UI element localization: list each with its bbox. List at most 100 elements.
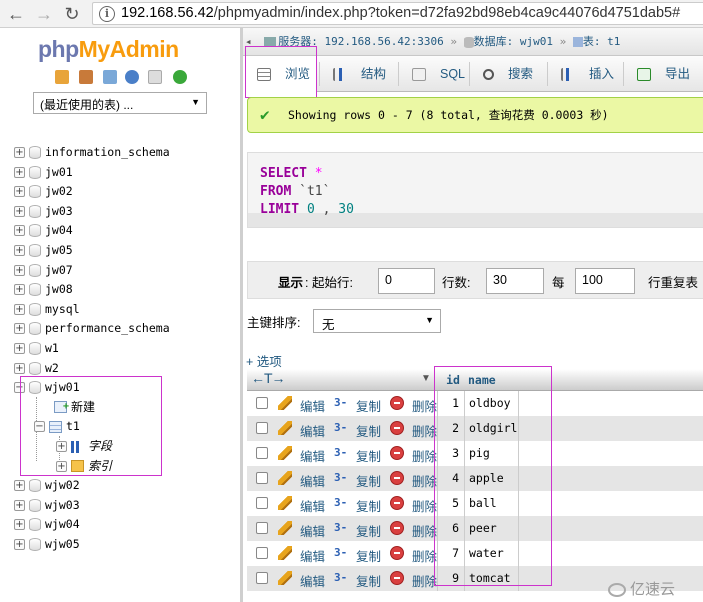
tree-item-db[interactable]: + jw05 [14, 241, 73, 259]
pencil-icon[interactable] [278, 471, 292, 485]
tree-item-db[interactable]: + jw04 [14, 221, 73, 239]
expand-icon[interactable]: + [14, 519, 25, 531]
expand-icon[interactable]: + [14, 147, 25, 158]
row-checkbox[interactable] [256, 497, 268, 509]
copy-icon[interactable]: 3- [334, 421, 348, 435]
docs-icon[interactable] [148, 70, 162, 84]
db-name[interactable]: mysql [45, 302, 80, 316]
expand-icon[interactable]: + [14, 205, 25, 217]
info-icon[interactable]: i [99, 6, 115, 22]
db-name[interactable]: jw05 [45, 243, 73, 257]
edit-link[interactable]: 编辑 [300, 521, 325, 540]
tab-insert[interactable]: 插入 [549, 56, 623, 92]
copy-link[interactable]: 复制 [356, 521, 381, 540]
tree-item-db[interactable]: + jw03 [14, 202, 73, 220]
db-name[interactable]: jw04 [45, 223, 73, 237]
help-icon[interactable] [125, 70, 139, 84]
db-name[interactable]: jw01 [45, 165, 73, 179]
breadcrumb-db-label[interactable]: 数据库: [474, 35, 514, 48]
sort-dropdown-icon[interactable]: ▼ [421, 373, 431, 384]
tree-item-db[interactable]: + wjw04 [14, 515, 80, 533]
breadcrumb-db[interactable]: wjw01 [520, 35, 553, 48]
edit-link[interactable]: 编辑 [300, 396, 325, 415]
tree-item-db[interactable]: + information_schema [14, 143, 170, 161]
address-bar[interactable]: i 192.168.56.42/phpmyadmin/index.php?tok… [92, 2, 703, 25]
db-name[interactable]: jw08 [45, 282, 73, 296]
home-icon[interactable] [55, 70, 69, 84]
edit-link[interactable]: 编辑 [300, 446, 325, 465]
edit-link[interactable]: 编辑 [300, 496, 325, 515]
expand-icon[interactable]: + [14, 362, 25, 374]
tree-item-db[interactable]: + jw02 [14, 182, 73, 200]
tree-item-db[interactable]: + performance_schema [14, 319, 170, 337]
row-checkbox[interactable] [256, 472, 268, 484]
back-arrow-icon[interactable]: ← [6, 4, 26, 24]
start-row-input[interactable]: 0 [378, 268, 435, 294]
pencil-icon[interactable] [278, 546, 292, 560]
delete-icon[interactable] [390, 546, 404, 560]
row-checkbox[interactable] [256, 447, 268, 459]
tree-item-db[interactable]: + mysql [14, 300, 80, 318]
tab-export[interactable]: 导出 [625, 56, 703, 92]
db-name[interactable]: jw02 [45, 184, 73, 198]
expand-icon[interactable]: + [14, 539, 25, 550]
expand-icon[interactable]: + [14, 480, 25, 492]
logout-icon[interactable] [79, 70, 93, 84]
row-checkbox[interactable] [256, 522, 268, 534]
recent-tables-select[interactable]: (最近使用的表) ... ▼ [33, 92, 207, 114]
copy-icon[interactable]: 3- [334, 546, 348, 560]
edit-link[interactable]: 编辑 [300, 421, 325, 440]
row-checkbox[interactable] [256, 422, 268, 434]
pencil-icon[interactable] [278, 446, 292, 460]
breadcrumb-server[interactable]: 192.168.56.42:3306 [325, 35, 444, 48]
delete-icon[interactable] [390, 446, 404, 460]
copy-link[interactable]: 复制 [356, 496, 381, 515]
tree-item-db[interactable]: + w1 [14, 339, 59, 357]
edit-link[interactable]: 编辑 [300, 546, 325, 565]
delete-icon[interactable] [390, 571, 404, 585]
db-name[interactable]: wjw05 [45, 537, 80, 551]
tree-item-db[interactable]: + jw07 [14, 261, 73, 279]
db-name[interactable]: information_schema [45, 145, 170, 159]
phpmyadmin-logo[interactable]: phpMyAdmin [38, 36, 179, 63]
tree-item-db[interactable]: + jw01 [14, 163, 73, 181]
forward-arrow-icon[interactable]: → [34, 4, 54, 24]
options-link[interactable]: + 选项 [246, 351, 282, 370]
refresh-icon[interactable] [173, 70, 187, 84]
sort-select[interactable]: 无 ▼ [313, 309, 441, 333]
tree-item-db[interactable]: + wjw05 [14, 535, 80, 553]
expand-icon[interactable]: + [14, 323, 25, 335]
db-name[interactable]: wjw04 [45, 517, 80, 531]
copy-link[interactable]: 复制 [356, 546, 381, 565]
copy-icon[interactable]: 3- [334, 521, 348, 535]
row-checkbox[interactable] [256, 572, 268, 584]
copy-icon[interactable]: 3- [334, 396, 348, 410]
row-checkbox[interactable] [256, 397, 268, 409]
pencil-icon[interactable] [278, 571, 292, 585]
pencil-icon[interactable] [278, 496, 292, 510]
tab-sql[interactable]: SQL [400, 56, 468, 92]
tree-item-db[interactable]: + wjw02 [14, 476, 80, 494]
sql-code[interactable]: SELECT * FROM `t1` LIMIT 0 , 30 [248, 153, 703, 217]
query-window-icon[interactable] [103, 70, 117, 84]
pencil-icon[interactable] [278, 421, 292, 435]
delete-icon[interactable] [390, 421, 404, 435]
repeat-header-input[interactable]: 100 [575, 268, 635, 294]
tab-structure[interactable]: 结构 [321, 56, 397, 92]
expand-icon[interactable]: + [14, 245, 25, 256]
copy-icon[interactable]: 3- [334, 471, 348, 485]
delete-icon[interactable] [390, 521, 404, 535]
expand-icon[interactable]: + [14, 186, 25, 198]
tree-item-db[interactable]: + wjw03 [14, 496, 80, 514]
pencil-icon[interactable] [278, 396, 292, 410]
edit-link[interactable]: 编辑 [300, 571, 325, 590]
show-button[interactable]: 显示 [278, 272, 303, 291]
db-name[interactable]: w1 [45, 341, 59, 355]
edit-link[interactable]: 编辑 [300, 471, 325, 490]
delete-icon[interactable] [390, 396, 404, 410]
expand-icon[interactable]: + [14, 284, 25, 296]
tab-search[interactable]: 搜索 [471, 56, 547, 92]
breadcrumb-table-label[interactable]: 表: [583, 35, 601, 48]
expand-icon[interactable]: + [14, 303, 25, 315]
db-name[interactable]: w2 [45, 361, 59, 375]
